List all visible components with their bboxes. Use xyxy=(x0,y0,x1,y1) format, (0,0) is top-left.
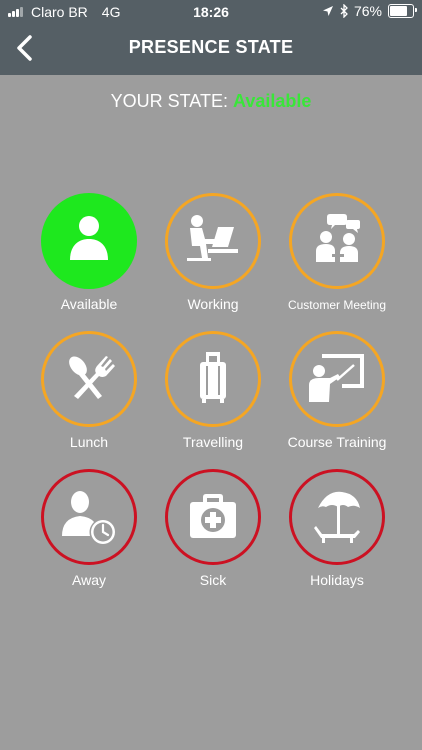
state-label: Sick xyxy=(199,572,227,588)
state-label: Available xyxy=(60,296,118,312)
beach-umbrella-icon xyxy=(314,491,360,543)
page-title: PRESENCE STATE xyxy=(128,37,294,57)
state-circle[interactable] xyxy=(289,331,385,427)
state-label: Customer Meeting xyxy=(287,298,387,312)
navigation-header: Claro BR 4G 18:26 76% PRESENCE STATE xyxy=(0,0,422,75)
laptop-worker-icon xyxy=(187,215,238,261)
state-circle[interactable] xyxy=(165,193,261,289)
person-clock-icon xyxy=(62,491,115,544)
state-option-customer-meeting[interactable]: Customer Meeting xyxy=(267,193,407,312)
state-label: Lunch xyxy=(69,434,109,450)
state-option-available[interactable]: Available xyxy=(19,193,159,312)
state-circle[interactable] xyxy=(165,331,261,427)
state-option-lunch[interactable]: Lunch xyxy=(19,331,159,450)
battery-level-fill xyxy=(390,6,407,16)
state-label: Holidays xyxy=(310,572,364,588)
state-option-travelling[interactable]: Travelling xyxy=(143,331,283,450)
fork-spoon-icon xyxy=(69,356,115,399)
state-circle[interactable] xyxy=(41,193,137,289)
current-state-line: YOUR STATE: Available xyxy=(0,91,422,112)
state-option-sick[interactable]: Sick xyxy=(143,469,283,588)
status-bar: Claro BR 4G 18:26 76% xyxy=(0,0,422,24)
first-aid-kit-icon xyxy=(190,494,236,538)
state-circle[interactable] xyxy=(165,469,261,565)
state-label: Away xyxy=(72,572,106,588)
state-option-away[interactable]: Away xyxy=(19,469,159,588)
presentation-board-icon xyxy=(309,354,364,402)
person-icon xyxy=(70,216,108,260)
bluetooth-icon xyxy=(340,4,348,18)
state-label: Working xyxy=(187,296,239,312)
state-label: Travelling xyxy=(182,434,244,450)
current-state-value: Available xyxy=(232,91,312,111)
location-arrow-icon xyxy=(322,6,333,16)
battery-icon xyxy=(388,4,417,18)
state-option-holidays[interactable]: Holidays xyxy=(267,469,407,588)
state-circle[interactable] xyxy=(41,469,137,565)
state-option-course-training[interactable]: Course Training xyxy=(267,331,407,450)
state-option-working[interactable]: Working xyxy=(143,193,283,312)
state-circle[interactable] xyxy=(41,331,137,427)
state-label: Course Training xyxy=(287,434,387,450)
state-circle[interactable] xyxy=(289,193,385,289)
meeting-icon xyxy=(316,214,360,262)
state-circle[interactable] xyxy=(289,469,385,565)
current-state-prefix: YOUR STATE: xyxy=(110,91,228,111)
battery-percent: 76% xyxy=(353,3,382,19)
suitcase-icon xyxy=(200,352,226,403)
